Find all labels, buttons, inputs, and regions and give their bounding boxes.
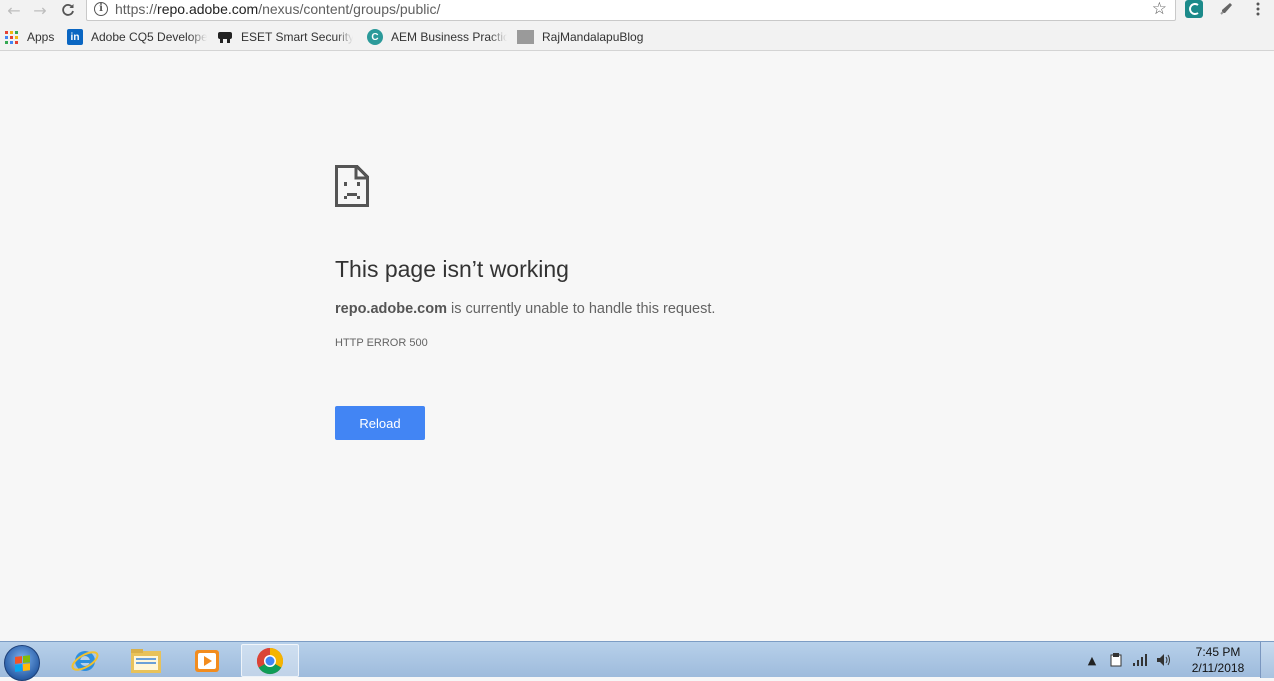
clock[interactable]: 7:45 PM 2/11/2018 (1176, 644, 1260, 676)
eset-icon (217, 29, 233, 45)
clock-date: 2/11/2018 (1191, 661, 1245, 675)
system-tray: ▲ 7:45 PM 2/11/2018 (1080, 642, 1274, 678)
bookmarks-bar: Apps in Adobe CQ5 Develope ESET Smart Se… (0, 24, 1274, 51)
action-center-icon[interactable] (1106, 652, 1126, 668)
bookmark-label: AEM Business Practic (391, 30, 507, 44)
error-title: This page isn’t working (335, 256, 569, 282)
bookmark-blog[interactable]: RajMandalapuBlog (517, 28, 643, 46)
extension-icon[interactable] (1184, 0, 1204, 18)
windows-logo-icon (15, 655, 31, 672)
taskbar-file-explorer[interactable] (117, 644, 175, 677)
linkedin-icon: in (67, 29, 83, 45)
site-info-icon[interactable]: i (94, 2, 108, 16)
bookmark-label: Apps (27, 30, 55, 44)
folder-icon (131, 648, 161, 673)
media-player-icon (195, 649, 219, 672)
show-desktop-button[interactable] (1260, 642, 1274, 678)
bookmark-aem[interactable]: C AEM Business Practic (367, 28, 507, 46)
sad-page-icon (335, 165, 369, 212)
reload-button[interactable]: Reload (335, 406, 425, 440)
taskbar-chrome[interactable] (241, 644, 299, 677)
chrome-icon (256, 647, 284, 674)
taskbar-media-player[interactable] (178, 644, 236, 677)
url-path: /nexus/content/groups/public/ (258, 1, 441, 17)
address-url[interactable]: https://repo.adobe.com/nexus/content/gro… (115, 1, 440, 17)
address-bar[interactable]: i https://repo.adobe.com/nexus/content/g… (86, 0, 1176, 21)
url-prefix: https:// (115, 1, 158, 17)
bookmark-label: ESET Smart Security 7 (241, 30, 353, 44)
error-message: is currently unable to handle this reque… (447, 301, 716, 317)
bookmark-adobe-cq5[interactable]: in Adobe CQ5 Develope (67, 28, 207, 46)
volume-icon[interactable] (1154, 652, 1174, 668)
internet-explorer-icon (71, 650, 99, 671)
error-description: repo.adobe.com is currently unable to ha… (335, 301, 715, 317)
error-host: repo.adobe.com (335, 301, 447, 317)
bookmark-eset[interactable]: ESET Smart Security 7 (217, 28, 353, 46)
error-page: This page isn’t working repo.adobe.com i… (0, 52, 1274, 642)
apps-grid-icon (5, 29, 18, 45)
url-host: repo.adobe.com (157, 1, 259, 17)
menu-icon[interactable] (1248, 0, 1268, 18)
blog-icon (517, 30, 534, 44)
show-hidden-icons-icon[interactable]: ▲ (1082, 652, 1102, 668)
start-button[interactable] (4, 645, 40, 681)
error-code: HTTP ERROR 500 (335, 337, 428, 349)
back-button[interactable]: ← (2, 0, 26, 20)
bookmark-star-icon[interactable]: ☆ (1152, 0, 1167, 19)
bookmark-label: Adobe CQ5 Develope (91, 30, 207, 44)
extension-rocket-icon[interactable] (1216, 0, 1236, 18)
reload-icon[interactable] (56, 0, 80, 20)
taskbar: ▲ 7:45 PM 2/11/2018 (0, 641, 1274, 681)
clock-time: 7:45 PM (1195, 645, 1241, 659)
bookmark-label: RajMandalapuBlog (542, 30, 644, 44)
bookmark-apps[interactable]: Apps (5, 28, 54, 46)
taskbar-internet-explorer[interactable] (56, 644, 114, 677)
browser-toolbar: ← → i https://repo.adobe.com/nexus/conte… (0, 0, 1274, 24)
forward-button[interactable]: → (28, 0, 52, 20)
aem-icon: C (367, 29, 383, 45)
network-icon[interactable] (1130, 652, 1150, 668)
